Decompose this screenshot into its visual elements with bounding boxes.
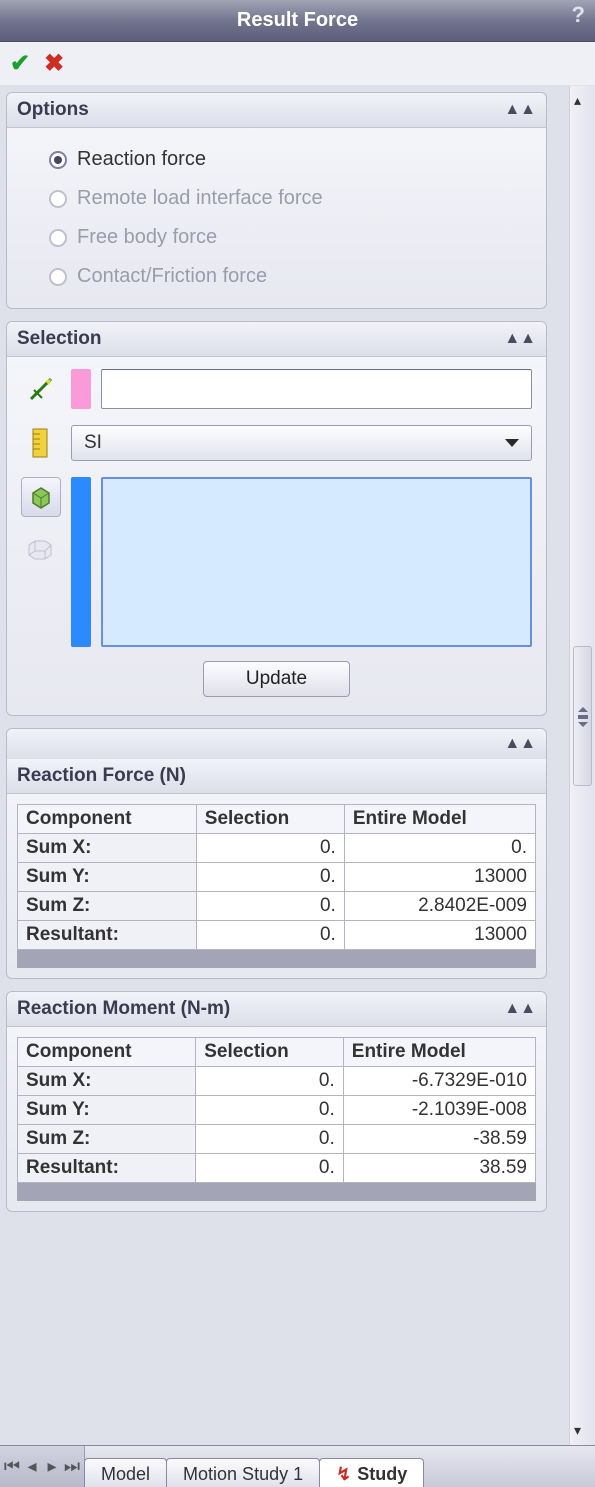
radio-contact-friction: Contact/Friction force	[21, 257, 532, 296]
radio-label: Remote load interface force	[77, 187, 323, 210]
reaction-moment-header[interactable]: Reaction Moment (N-m) ▲▲	[7, 992, 546, 1027]
help-button[interactable]: ?	[572, 2, 585, 28]
radio-label: Free body force	[77, 226, 217, 249]
radio-reaction-force[interactable]: Reaction force	[21, 140, 532, 179]
title-bar: Result Force ?	[0, 0, 595, 42]
reaction-force-header-label: Reaction Force (N)	[17, 765, 186, 787]
reaction-moment-section: Reaction Moment (N-m) ▲▲ Component Selec…	[6, 991, 547, 1212]
options-header-label: Options	[17, 99, 89, 121]
chevron-up-icon: ▲▲	[504, 1000, 536, 1018]
radio-label: Contact/Friction force	[77, 265, 267, 288]
update-button[interactable]: Update	[203, 661, 350, 697]
scroll-up-icon[interactable]: ▴	[574, 92, 581, 109]
content-area: Options ▲▲ Reaction force Remote load in…	[0, 86, 595, 1445]
chevron-up-icon: ▲▲	[504, 101, 536, 119]
ok-button[interactable]: ✔	[10, 49, 30, 78]
table-row: Resultant: 0. 38.59	[18, 1154, 536, 1183]
action-bar: ✔ ✖	[0, 42, 595, 86]
units-dropdown[interactable]: SI	[71, 425, 532, 461]
ruler-icon	[21, 423, 61, 463]
vertical-scrollbar[interactable]: ▴ ▾	[569, 86, 595, 1445]
study-result-icon: ↯	[336, 1464, 351, 1485]
entities-color-swatch	[71, 477, 91, 647]
tab-label: Model	[101, 1464, 150, 1485]
col-selection: Selection	[196, 805, 344, 834]
col-entire: Entire Model	[343, 1038, 535, 1067]
table-row: Sum Z: 0. -38.59	[18, 1125, 536, 1154]
component-icon[interactable]	[21, 529, 61, 569]
radio-icon	[49, 190, 67, 208]
cancel-button[interactable]: ✖	[44, 49, 64, 78]
reaction-force-collapse[interactable]: ▲▲	[7, 729, 546, 759]
solid-body-icon[interactable]	[21, 477, 61, 517]
tab-last-icon[interactable]: ⏭	[62, 1452, 82, 1482]
tab-motion-study[interactable]: Motion Study 1	[166, 1458, 320, 1487]
coord-system-icon	[21, 369, 61, 409]
table-row: Sum Y: 0. 13000	[18, 863, 536, 892]
options-section: Options ▲▲ Reaction force Remote load in…	[6, 92, 547, 309]
tab-next-icon[interactable]: ▸	[42, 1452, 62, 1482]
radio-icon	[49, 268, 67, 286]
selection-header-label: Selection	[17, 328, 101, 350]
scroll-down-icon[interactable]: ▾	[574, 1422, 581, 1439]
col-entire: Entire Model	[344, 805, 535, 834]
panel-column: Options ▲▲ Reaction force Remote load in…	[0, 86, 569, 1445]
tab-label: Motion Study 1	[183, 1464, 303, 1485]
reaction-moment-header-label: Reaction Moment (N-m)	[17, 998, 230, 1020]
units-value: SI	[84, 432, 102, 454]
tab-label: Study	[357, 1464, 407, 1485]
tab-model[interactable]: Model	[84, 1458, 167, 1487]
table-row: Sum X: 0. -6.7329E-010	[18, 1067, 536, 1096]
table-row: Resultant: 0. 13000	[18, 921, 536, 950]
reference-color-swatch	[71, 369, 91, 409]
chevron-down-icon	[505, 439, 519, 447]
chevron-up-icon: ▲▲	[504, 735, 536, 753]
reaction-force-table: Component Selection Entire Model Sum X: …	[17, 804, 536, 950]
radio-remote-load: Remote load interface force	[21, 179, 532, 218]
window-title: Result Force	[237, 9, 358, 32]
table-row: Sum Y: 0. -2.1039E-008	[18, 1096, 536, 1125]
reaction-force-header[interactable]: Reaction Force (N)	[7, 759, 546, 794]
radio-free-body: Free body force	[21, 218, 532, 257]
selection-section: Selection ▲▲	[6, 321, 547, 716]
scroll-thumb[interactable]	[573, 646, 592, 786]
tab-nav: ⏮ ◂ ▸ ⏭	[0, 1446, 85, 1487]
tab-strip: ⏮ ◂ ▸ ⏭ Model Motion Study 1 ↯ Study	[0, 1445, 595, 1487]
update-button-label: Update	[246, 668, 307, 689]
reference-input[interactable]	[101, 369, 532, 409]
chevron-up-icon: ▲▲	[504, 330, 536, 348]
tab-study[interactable]: ↯ Study	[319, 1458, 424, 1487]
col-component: Component	[18, 805, 197, 834]
selection-header[interactable]: Selection ▲▲	[7, 322, 546, 357]
entities-listbox[interactable]	[101, 477, 532, 647]
col-component: Component	[18, 1038, 196, 1067]
table-footer	[17, 1183, 536, 1201]
radio-label: Reaction force	[77, 148, 206, 171]
radio-icon	[49, 229, 67, 247]
reaction-force-section: ▲▲ Reaction Force (N) Component Selectio…	[6, 728, 547, 979]
options-header[interactable]: Options ▲▲	[7, 93, 546, 128]
radio-icon	[49, 151, 67, 169]
tab-first-icon[interactable]: ⏮	[2, 1452, 22, 1482]
table-row: Sum X: 0. 0.	[18, 834, 536, 863]
tab-prev-icon[interactable]: ◂	[22, 1452, 42, 1482]
reaction-moment-table: Component Selection Entire Model Sum X: …	[17, 1037, 536, 1183]
table-row: Sum Z: 0. 2.8402E-009	[18, 892, 536, 921]
table-footer	[17, 950, 536, 968]
col-selection: Selection	[196, 1038, 344, 1067]
